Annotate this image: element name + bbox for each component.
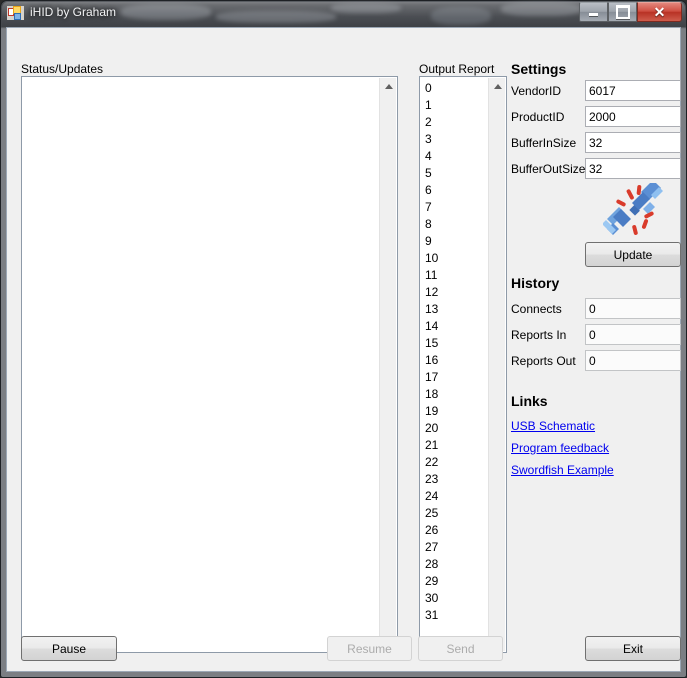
list-item[interactable]: 16 xyxy=(424,352,486,369)
productid-label: ProductID xyxy=(511,110,565,124)
bufferoutsize-label: BufferOutSize xyxy=(511,162,586,176)
output-report-listbox[interactable]: 0 1 2 3 4 5 6 7 8 9 10 11 12 13 14 15 16 17 18 19 20 21 22 23 24… xyxy=(419,76,507,653)
exit-button[interactable]: Exit xyxy=(585,636,681,661)
list-item[interactable]: 22 xyxy=(424,454,486,471)
list-item[interactable]: 25 xyxy=(424,505,486,522)
productid-input[interactable]: 2000 xyxy=(585,106,681,127)
output-report-scrollbar[interactable] xyxy=(488,78,505,651)
connects-label: Connects xyxy=(511,302,562,316)
list-item[interactable]: 0 xyxy=(424,80,486,97)
list-item[interactable]: 1 xyxy=(424,97,486,114)
list-item[interactable]: 2 xyxy=(424,114,486,131)
connects-value: 0 xyxy=(585,298,681,319)
status-scrollbar[interactable] xyxy=(379,78,396,651)
list-item[interactable]: 21 xyxy=(424,437,486,454)
link-program-feedback[interactable]: Program feedback xyxy=(511,441,609,455)
list-item[interactable]: 27 xyxy=(424,539,486,556)
reports-out-label: Reports Out xyxy=(511,354,576,368)
window-title: iHID by Graham xyxy=(30,5,117,19)
list-item[interactable]: 8 xyxy=(424,216,486,233)
list-item[interactable]: 12 xyxy=(424,284,486,301)
update-button[interactable]: Update xyxy=(585,242,681,267)
list-item[interactable]: 5 xyxy=(424,165,486,182)
list-item[interactable]: 6 xyxy=(424,182,486,199)
scroll-up-icon[interactable] xyxy=(380,78,397,95)
list-item[interactable]: 3 xyxy=(424,131,486,148)
vendorid-input[interactable]: 6017 xyxy=(585,80,681,101)
usb-connector-plug-icon xyxy=(603,183,663,235)
status-updates-label: Status/Updates xyxy=(21,62,104,76)
output-report-label: Output Report xyxy=(419,62,495,76)
list-item[interactable]: 17 xyxy=(424,369,486,386)
close-button[interactable]: ✕ xyxy=(637,2,682,22)
vendorid-label: VendorID xyxy=(511,84,562,98)
list-item[interactable]: 29 xyxy=(424,573,486,590)
list-item[interactable]: 14 xyxy=(424,318,486,335)
list-item[interactable]: 23 xyxy=(424,471,486,488)
send-button: Send xyxy=(418,636,503,661)
bufferoutsize-input[interactable]: 32 xyxy=(585,158,681,179)
bufferinsize-label: BufferInSize xyxy=(511,136,577,150)
list-item[interactable]: 26 xyxy=(424,522,486,539)
pause-button[interactable]: Pause xyxy=(21,636,117,661)
list-item[interactable]: 13 xyxy=(424,301,486,318)
links-heading: Links xyxy=(511,393,548,409)
list-item[interactable]: 4 xyxy=(424,148,486,165)
list-item[interactable]: 18 xyxy=(424,386,486,403)
list-item[interactable]: 28 xyxy=(424,556,486,573)
list-item[interactable]: 10 xyxy=(424,250,486,267)
reports-in-value: 0 xyxy=(585,324,681,345)
output-report-items: 0 1 2 3 4 5 6 7 8 9 10 11 12 13 14 15 16 17 18 19 20 21 22 23 24… xyxy=(424,80,486,649)
minimize-button[interactable] xyxy=(579,2,608,22)
resume-button: Resume xyxy=(327,636,412,661)
application-window: iHID by Graham ✕ Status/Updates Output R… xyxy=(0,0,687,678)
maximize-button[interactable] xyxy=(608,2,637,22)
reports-in-label: Reports In xyxy=(511,328,567,342)
list-item[interactable]: 9 xyxy=(424,233,486,250)
settings-heading: Settings xyxy=(511,61,567,77)
list-item[interactable]: 19 xyxy=(424,403,486,420)
list-item[interactable]: 20 xyxy=(424,420,486,437)
title-bar[interactable]: iHID by Graham ✕ xyxy=(1,1,686,26)
list-item[interactable]: 31 xyxy=(424,607,486,624)
list-item[interactable]: 15 xyxy=(424,335,486,352)
close-icon: ✕ xyxy=(653,3,666,20)
list-item[interactable]: 30 xyxy=(424,590,486,607)
bufferinsize-input[interactable]: 32 xyxy=(585,132,681,153)
list-item[interactable]: 11 xyxy=(424,267,486,284)
scroll-up-icon[interactable] xyxy=(489,78,506,95)
link-usb-schematic[interactable]: USB Schematic xyxy=(511,419,595,433)
list-item[interactable]: 7 xyxy=(424,199,486,216)
client-area: Status/Updates Output Report 01234567891… xyxy=(6,27,681,672)
app-icon xyxy=(7,6,24,20)
status-updates-textbox[interactable] xyxy=(21,76,398,653)
reports-out-value: 0 xyxy=(585,350,681,371)
list-item[interactable]: 24 xyxy=(424,488,486,505)
link-swordfish-example[interactable]: Swordfish Example xyxy=(511,463,614,477)
history-heading: History xyxy=(511,275,560,291)
